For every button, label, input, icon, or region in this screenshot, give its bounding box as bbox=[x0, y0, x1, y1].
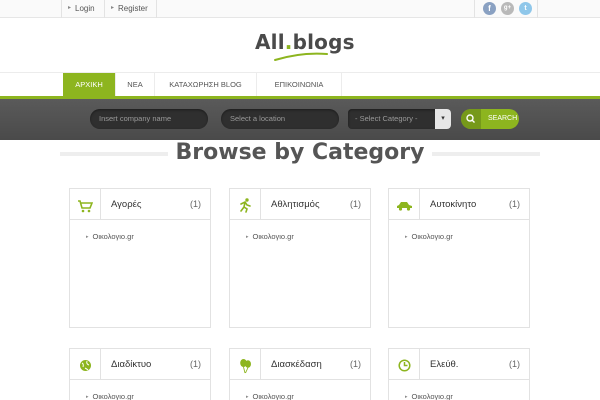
twitter-icon[interactable]: t bbox=[519, 2, 532, 15]
top-bar: ▸ Login ▸ Register f g+ t bbox=[0, 0, 600, 18]
running-icon bbox=[230, 189, 261, 220]
logo-swoosh-icon bbox=[274, 52, 328, 61]
category-name: Αυτοκίνητο bbox=[430, 199, 477, 210]
category-name: Αγορές bbox=[111, 199, 142, 210]
page-title: Browse by Category bbox=[175, 140, 425, 165]
main-nav: ΑΡΧΙΚΗ ΝΕΑ ΚΑΤΑΧΩΡΗΣΗ BLOG ΕΠΙΚΟΙΝΩΝΙΑ bbox=[0, 72, 600, 97]
heading-rule-left bbox=[60, 152, 168, 156]
list-item[interactable]: ▸ Οικολογιο.gr bbox=[405, 392, 453, 400]
category-name: Ελεύθ. bbox=[430, 359, 459, 370]
arrow-right-icon: ▸ bbox=[405, 234, 408, 240]
category-select-value: - Select Category - bbox=[355, 114, 418, 123]
category-count: (1) bbox=[190, 359, 201, 369]
login-link[interactable]: ▸ Login bbox=[61, 0, 104, 18]
category-card-header[interactable]: Διαδίκτυο (1) bbox=[70, 349, 210, 380]
category-select[interactable]: - Select Category - ▾ bbox=[348, 109, 451, 129]
nav-item-home[interactable]: ΑΡΧΙΚΗ bbox=[63, 73, 116, 97]
arrow-right-icon: ▸ bbox=[111, 5, 115, 11]
list-item[interactable]: ▸ Οικολογιο.gr bbox=[86, 392, 134, 400]
category-card-header[interactable]: Αγορές (1) bbox=[70, 189, 210, 220]
search-button-label: SEARCH bbox=[488, 115, 518, 122]
arrow-right-icon: ▸ bbox=[86, 234, 89, 240]
list-item[interactable]: ▸ Οικολογιο.gr bbox=[405, 232, 453, 241]
globe-icon bbox=[70, 349, 101, 380]
nav-item-submit-blog[interactable]: ΚΑΤΑΧΩΡΗΣΗ BLOG bbox=[155, 73, 257, 97]
category-count: (1) bbox=[509, 199, 520, 209]
login-label: Login bbox=[75, 4, 95, 13]
category-card-header[interactable]: Ελεύθ. (1) bbox=[389, 349, 529, 380]
arrow-right-icon: ▸ bbox=[68, 5, 72, 11]
category-card-shopping: Αγορές (1) ▸ Οικολογιο.gr bbox=[69, 188, 211, 328]
arrow-right-icon: ▸ bbox=[405, 394, 408, 400]
category-count: (1) bbox=[190, 199, 201, 209]
category-count: (1) bbox=[350, 359, 361, 369]
facebook-icon[interactable]: f bbox=[483, 2, 496, 15]
balloons-icon bbox=[230, 349, 261, 380]
category-card-internet: Διαδίκτυο (1) ▸ Οικολογιο.gr bbox=[69, 348, 211, 400]
car-icon bbox=[389, 189, 420, 220]
clock-icon bbox=[389, 349, 420, 380]
nav-item-contact[interactable]: ΕΠΙΚΟΙΝΩΝΙΑ bbox=[257, 73, 342, 97]
search-icon bbox=[461, 109, 481, 129]
cart-icon bbox=[70, 189, 101, 220]
social-links: f g+ t bbox=[474, 0, 538, 18]
chevron-down-icon[interactable]: ▾ bbox=[435, 109, 451, 129]
search-button[interactable]: SEARCH bbox=[461, 109, 519, 129]
list-item[interactable]: ▸ Οικολογιο.gr bbox=[86, 232, 134, 241]
category-card-header[interactable]: Αυτοκίνητο (1) bbox=[389, 189, 529, 220]
list-item[interactable]: ▸ Οικολογιο.gr bbox=[246, 392, 294, 400]
register-link[interactable]: ▸ Register bbox=[104, 0, 157, 18]
list-item[interactable]: ▸ Οικολογιο.gr bbox=[246, 232, 294, 241]
category-name: Διαδίκτυο bbox=[111, 359, 152, 370]
nav-item-news[interactable]: ΝΕΑ bbox=[116, 73, 155, 97]
arrow-right-icon: ▸ bbox=[246, 394, 249, 400]
google-plus-icon[interactable]: g+ bbox=[501, 2, 514, 15]
register-label: Register bbox=[118, 4, 148, 13]
category-count: (1) bbox=[509, 359, 520, 369]
category-count: (1) bbox=[350, 199, 361, 209]
category-name: Διασκέδαση bbox=[271, 359, 322, 370]
arrow-right-icon: ▸ bbox=[86, 394, 89, 400]
category-card-sports: Αθλητισμός (1) ▸ Οικολογιο.gr bbox=[229, 188, 371, 328]
company-name-input[interactable]: Insert company name bbox=[90, 109, 208, 129]
arrow-right-icon: ▸ bbox=[246, 234, 249, 240]
heading-rule-right bbox=[432, 152, 540, 156]
search-band: Insert company name Select a location - … bbox=[0, 99, 600, 140]
category-card-entertainment: Διασκέδαση (1) ▸ Οικολογιο.gr bbox=[229, 348, 371, 400]
category-card-header[interactable]: Διασκέδαση (1) bbox=[230, 349, 370, 380]
category-card-auto: Αυτοκίνητο (1) ▸ Οικολογιο.gr bbox=[388, 188, 530, 328]
location-input[interactable]: Select a location bbox=[221, 109, 339, 129]
category-card-leisure: Ελεύθ. (1) ▸ Οικολογιο.gr bbox=[388, 348, 530, 400]
category-name: Αθλητισμός bbox=[271, 199, 320, 210]
category-card-header[interactable]: Αθλητισμός (1) bbox=[230, 189, 370, 220]
site-logo[interactable]: All.blogs bbox=[255, 30, 355, 64]
